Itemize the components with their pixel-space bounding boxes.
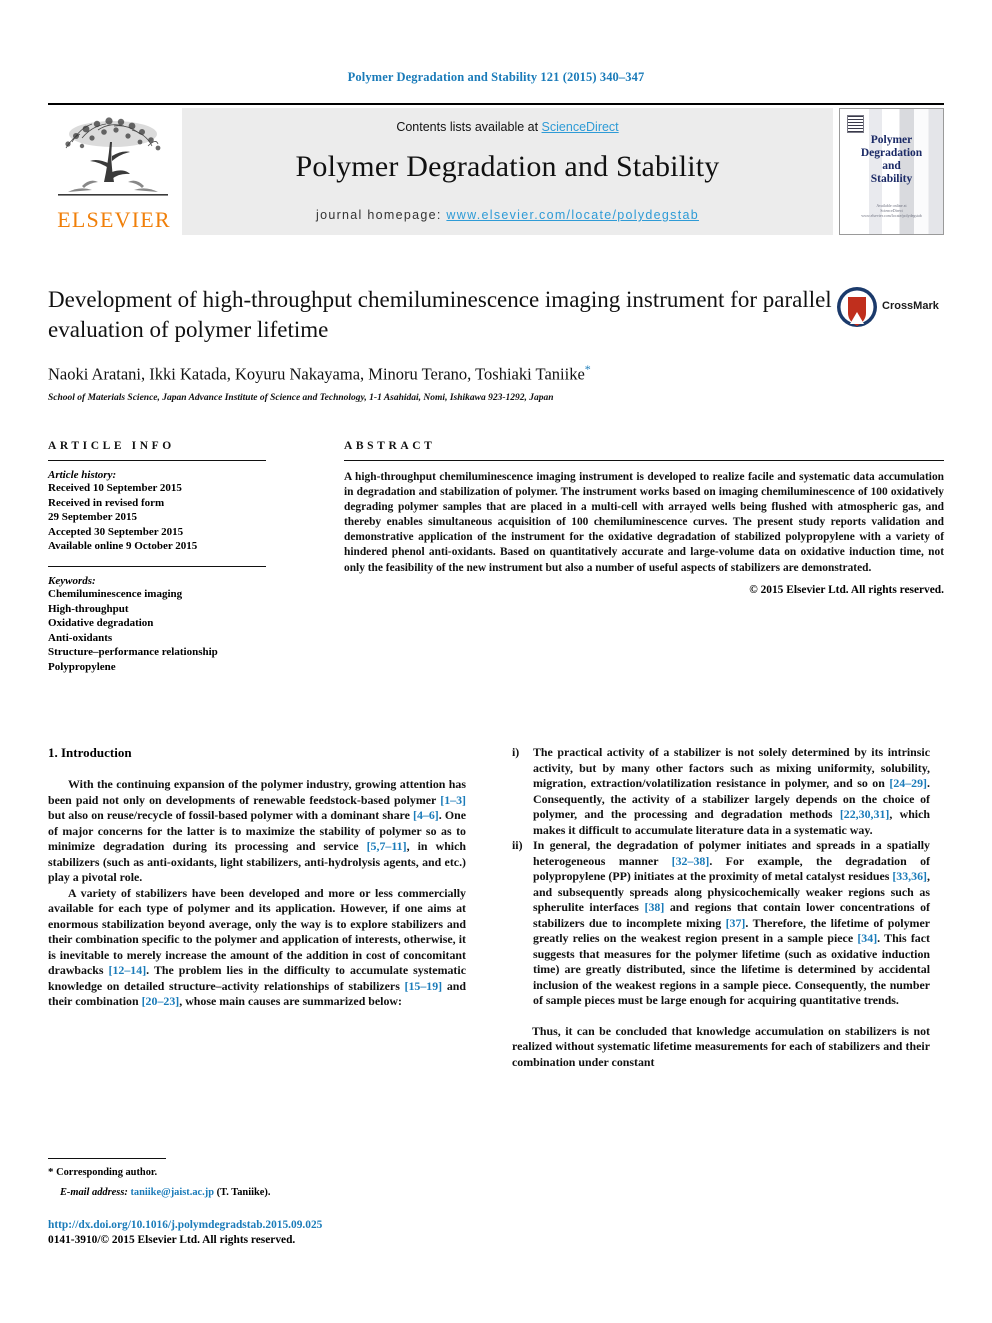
- citation-ref[interactable]: [37]: [726, 916, 746, 930]
- citation-ref[interactable]: [22,30,31]: [840, 807, 890, 821]
- article-history-item: 29 September 2015: [48, 511, 138, 524]
- cover-elsevier-icon: [847, 115, 864, 133]
- article-history-item: Received in revised form: [48, 496, 165, 509]
- cover-title-line: Degradation: [860, 147, 923, 159]
- paragraph: Thus, it can be concluded that knowledge…: [512, 1024, 930, 1071]
- elsevier-logo: ELSEVIER: [48, 108, 180, 235]
- abstract-body: A high-throughput chemiluminescence imag…: [344, 471, 944, 574]
- list-marker: ii): [512, 838, 523, 852]
- crossmark-label: CrossMark: [882, 300, 939, 312]
- article-history-item: Accepted 30 September 2015: [48, 525, 184, 538]
- list-item: i) The practical activity of a stabilize…: [512, 745, 930, 838]
- email-owner: (T. Taniike).: [216, 1187, 271, 1198]
- email-note: E-mail address: taniike@jaist.ac.jp (T. …: [48, 1186, 466, 1200]
- cover-footer: Available online at ScienceDirect www.el…: [840, 203, 943, 218]
- text-run: With the continuing expansion of the pol…: [48, 777, 466, 807]
- affiliation: School of Materials Science, Japan Advan…: [48, 392, 554, 403]
- paragraph: With the continuing expansion of the pol…: [48, 777, 466, 886]
- list-marker: i): [512, 745, 520, 759]
- citation-ref[interactable]: [5,7–11]: [367, 839, 407, 853]
- contents-line: Contents lists available at ScienceDirec…: [182, 120, 833, 134]
- article-history-label: Article history:: [48, 469, 117, 481]
- abstract-column: ABSTRACT A high-throughput chemiluminesc…: [344, 440, 944, 596]
- sciencedirect-link[interactable]: ScienceDirect: [542, 120, 619, 134]
- journal-band: Contents lists available at ScienceDirec…: [182, 108, 833, 235]
- cover-title-line: Polymer: [870, 134, 913, 146]
- numbered-causes-list: i) The practical activity of a stabilize…: [512, 745, 930, 1009]
- page-footer: http://dx.doi.org/10.1016/j.polymdegrads…: [48, 1218, 548, 1248]
- list-item: ii) In general, the degradation of polym…: [512, 838, 930, 1009]
- keyword-item: Oxidative degradation: [48, 617, 154, 630]
- citation-ref[interactable]: [4–6]: [413, 808, 439, 822]
- citation-ref[interactable]: [38]: [645, 900, 665, 914]
- journal-masthead: ELSEVIER Contents lists available at Sci…: [48, 103, 944, 235]
- running-head: Polymer Degradation and Stability 121 (2…: [347, 70, 645, 84]
- keyword-item: Anti-oxidants: [48, 631, 113, 644]
- citation-ref[interactable]: [20–23]: [142, 994, 180, 1008]
- article-history-item: Available online 9 October 2015: [48, 540, 198, 553]
- abstract-copyright: © 2015 Elsevier Ltd. All rights reserved…: [749, 583, 944, 596]
- homepage-prefix: journal homepage:: [316, 208, 447, 222]
- citation-ref[interactable]: [12–14]: [109, 963, 147, 977]
- contents-prefix: Contents lists available at: [396, 120, 542, 134]
- keywords-label: Keywords:: [48, 574, 96, 587]
- text-run: The practical activity of a stabilizer i…: [533, 745, 930, 790]
- cover-title-line: and: [882, 160, 901, 172]
- author-list: Naoki Aratani, Ikki Katada, Koyuru Nakay…: [48, 362, 838, 385]
- citation-ref[interactable]: [24–29]: [889, 776, 927, 790]
- body-column-right: i) The practical activity of a stabilize…: [512, 745, 930, 1070]
- abstract-heading: ABSTRACT: [344, 440, 436, 452]
- corresponding-author-note: * Corresponding author.: [48, 1165, 466, 1180]
- journal-title: Polymer Degradation and Stability: [295, 150, 720, 183]
- author-names: Naoki Aratani, Ikki Katada, Koyuru Nakay…: [48, 364, 585, 384]
- keyword-item: Polypropylene: [48, 660, 116, 673]
- paper-title: Development of high-throughput chemilumi…: [48, 287, 832, 342]
- cover-title: Polymer Degradation and Stability: [840, 134, 943, 186]
- abstract-rule: [344, 460, 944, 461]
- email-link[interactable]: taniike@jaist.ac.jp: [130, 1187, 214, 1198]
- footnote-star: *: [48, 1166, 54, 1178]
- elsevier-tree-icon: [58, 117, 168, 196]
- email-label: E-mail address:: [60, 1187, 128, 1198]
- crossmark-icon[interactable]: [836, 286, 878, 328]
- paragraph: A variety of stabilizers have been devel…: [48, 886, 466, 1010]
- citation-ref[interactable]: [33,36]: [892, 869, 927, 883]
- citation-ref[interactable]: [34]: [857, 931, 877, 945]
- citation-ref[interactable]: [15–19]: [405, 979, 443, 993]
- journal-cover-thumbnail: Polymer Degradation and Stability Availa…: [839, 108, 944, 235]
- crossmark-badge-group[interactable]: CrossMark: [836, 286, 944, 332]
- body-column-left: 1. Introduction With the continuing expa…: [48, 745, 466, 1010]
- title-block: Development of high-throughput chemilumi…: [48, 285, 838, 403]
- text-run: Thus, it can be concluded that knowledge…: [512, 1023, 930, 1069]
- corresponding-author-text: Corresponding author.: [56, 1167, 158, 1178]
- article-first-page: Polymer Degradation and Stability 121 (2…: [0, 0, 992, 1323]
- homepage-url-link[interactable]: www.elsevier.com/locate/polydegstab: [446, 208, 699, 222]
- keyword-item: Chemiluminescence imaging: [48, 587, 183, 600]
- keyword-item: Structure–performance relationship: [48, 646, 218, 659]
- footnote-block: * Corresponding author. E-mail address: …: [48, 1158, 466, 1200]
- list-item-text: The practical activity of a stabilizer i…: [533, 745, 930, 837]
- keyword-item: High-throughput: [48, 602, 129, 615]
- article-info-rule: [48, 460, 266, 461]
- section-heading-introduction: 1. Introduction: [48, 745, 132, 760]
- list-item-text: In general, the degradation of polymer i…: [533, 838, 930, 1007]
- doi-link[interactable]: http://dx.doi.org/10.1016/j.polymdegrads…: [48, 1218, 548, 1233]
- text-run: but also on reuse/recycle of fossil-base…: [48, 808, 413, 822]
- homepage-line: journal homepage: www.elsevier.com/locat…: [182, 208, 833, 222]
- article-info-heading: ARTICLE INFO: [48, 440, 175, 452]
- article-history-item: Received 10 September 2015: [48, 482, 182, 494]
- cover-title-line: Stability: [870, 173, 913, 185]
- body-columns: 1. Introduction With the continuing expa…: [48, 745, 944, 1185]
- cover-footer-line: www.elsevier.com/locate/polydegstab: [861, 213, 922, 218]
- citation-ref[interactable]: [1–3]: [440, 793, 466, 807]
- elsevier-wordmark: ELSEVIER: [57, 207, 171, 232]
- text-run: , whose main causes are summarized below…: [179, 994, 402, 1008]
- keywords-rule: [48, 565, 266, 567]
- issn-copyright-line: 0141-3910/© 2015 Elsevier Ltd. All right…: [48, 1234, 296, 1246]
- corresponding-author-marker: *: [584, 362, 591, 376]
- citation-ref[interactable]: [32–38]: [672, 854, 710, 868]
- article-info-column: ARTICLE INFO Article history: Received 1…: [48, 440, 266, 675]
- footnote-rule: [48, 1158, 166, 1159]
